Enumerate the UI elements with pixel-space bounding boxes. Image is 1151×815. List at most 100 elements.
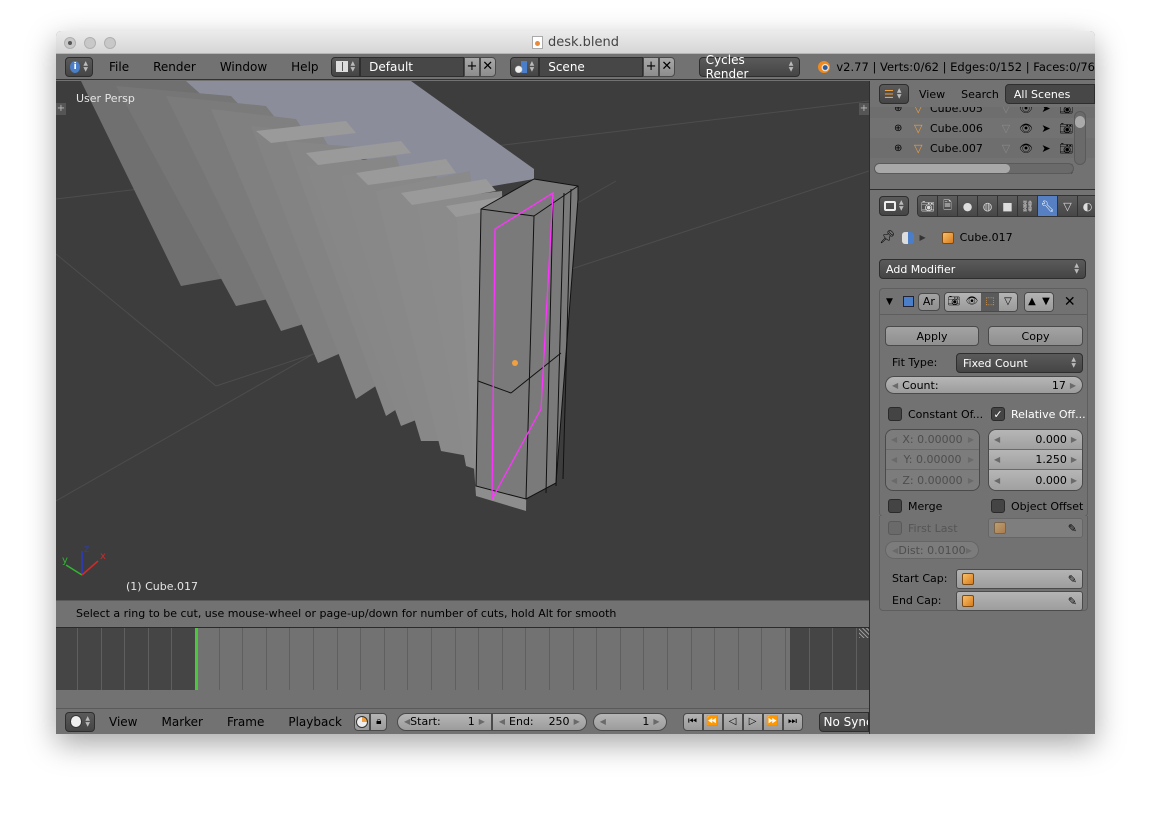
- tab-object[interactable]: ■: [998, 196, 1018, 216]
- relative-offset-y[interactable]: ◀ 1.250 ▶: [989, 450, 1082, 470]
- outliner-item[interactable]: ⊕ ▽ Cube.005 ▽ 👁︎ ➤ 📷︎: [870, 107, 1095, 118]
- minimize-window-button[interactable]: [84, 37, 96, 49]
- count-field[interactable]: ◀ Count: 17 ▶: [885, 376, 1083, 394]
- outliner-display-mode[interactable]: All Scenes: [1004, 84, 1095, 104]
- screen-layout-name[interactable]: Default: [360, 56, 465, 77]
- add-screen-button[interactable]: +: [464, 56, 480, 77]
- end-frame-field[interactable]: ◀ End: 250 ▶: [491, 712, 587, 731]
- remove-modifier-icon[interactable]: ✕: [1064, 294, 1076, 310]
- tab-data[interactable]: ▽: [1058, 196, 1078, 216]
- timeline-menu-marker[interactable]: Marker: [149, 715, 214, 729]
- play-reverse-button[interactable]: ◁: [722, 712, 743, 731]
- jump-keyframe-back-button[interactable]: ⏪: [702, 712, 723, 731]
- selectable-cursor-icon[interactable]: ➤: [1036, 118, 1056, 138]
- visibility-eye-icon[interactable]: 👁︎: [1016, 138, 1036, 158]
- tab-world[interactable]: ◍: [978, 196, 998, 216]
- jump-to-end-button[interactable]: ⏭: [782, 712, 803, 731]
- tab-modifiers[interactable]: 🔧︎: [1038, 196, 1058, 216]
- selectable-cursor-icon[interactable]: ➤: [1036, 138, 1056, 158]
- timeline-menu-playback[interactable]: Playback: [276, 715, 354, 729]
- properties-editor-selector[interactable]: ▲ ▼: [879, 196, 909, 216]
- expand-icon[interactable]: ⊕: [894, 123, 902, 134]
- relative-offset-z[interactable]: ◀ 0.000 ▶: [989, 470, 1082, 490]
- properties-shelf-toggle[interactable]: +: [859, 103, 869, 115]
- screen-layout-selector[interactable]: ▲ ▼: [330, 56, 361, 77]
- eyedropper-icon[interactable]: ✎: [1068, 522, 1077, 535]
- scene-name[interactable]: Scene: [539, 56, 644, 77]
- tab-render[interactable]: 📷︎: [918, 196, 938, 216]
- outliner-item-name[interactable]: Cube.005: [930, 107, 983, 115]
- add-modifier-dropdown[interactable]: Add Modifier ▲ ▼: [879, 259, 1086, 279]
- delete-screen-button[interactable]: ✕: [479, 56, 496, 77]
- start-frame-field[interactable]: ◀ Start: 1 ▶: [397, 712, 492, 731]
- outliner-item[interactable]: ⊕ ▽ Cube.007 ▽ 👁︎ ➤ 📷︎: [870, 138, 1095, 158]
- outliner-item[interactable]: ⊕ ▽ Cube.006 ▽ 👁︎ ➤ 📷︎: [870, 118, 1095, 138]
- 3d-viewport[interactable]: z y x User Persp + + (1) Cube.017: [56, 81, 869, 600]
- copy-button[interactable]: Copy: [988, 326, 1083, 346]
- tab-constraints[interactable]: ⛓: [1018, 196, 1038, 216]
- apply-button[interactable]: Apply: [885, 326, 979, 346]
- timeline-area[interactable]: -40 -20 0 20 40 60 80 100 120 140 160 180 200 220 240 2…: [56, 627, 869, 692]
- outliner-editor-selector[interactable]: ☰ ▲ ▼: [879, 84, 909, 104]
- move-up-button[interactable]: ▲: [1024, 292, 1039, 311]
- viewport-toggle[interactable]: 👁︎: [962, 292, 981, 311]
- zoom-window-button[interactable]: [104, 37, 116, 49]
- delete-scene-button[interactable]: ✕: [658, 56, 675, 77]
- preview-range-toggle[interactable]: [353, 712, 371, 731]
- relative-offset-x[interactable]: ◀ 0.000 ▶: [989, 430, 1082, 450]
- selectable-cursor-icon[interactable]: ➤: [1036, 107, 1056, 118]
- first-last-checkbox[interactable]: First Last: [888, 521, 958, 535]
- outliner-item-name[interactable]: Cube.006: [930, 122, 983, 135]
- visibility-eye-icon[interactable]: 👁︎: [1016, 107, 1036, 118]
- expand-icon[interactable]: ⊕: [894, 143, 902, 154]
- constant-offset-y[interactable]: ◀ Y: 0.00000 ▶: [886, 450, 979, 470]
- constant-offset-z[interactable]: ◀ Z: 0.00000 ▶: [886, 470, 979, 490]
- add-scene-button[interactable]: +: [643, 56, 659, 77]
- modifier-name-field[interactable]: Ar: [917, 292, 940, 311]
- sync-mode-selector[interactable]: No Sync: [818, 711, 869, 732]
- timeline-editor-selector[interactable]: ▲ ▼: [65, 711, 95, 732]
- tab-scene[interactable]: ●: [958, 196, 978, 216]
- current-frame-field[interactable]: ◀ 1 ▶: [592, 712, 667, 731]
- fit-type-dropdown[interactable]: Fixed Count ▲ ▼: [956, 353, 1083, 373]
- outliner-menu-search[interactable]: Search: [955, 88, 1005, 101]
- jump-keyframe-forward-button[interactable]: ⏩: [762, 712, 783, 731]
- render-camera-icon[interactable]: 📷︎: [1056, 118, 1076, 138]
- current-frame-marker[interactable]: [195, 628, 198, 690]
- outliner-menu-view[interactable]: View: [909, 88, 955, 101]
- constant-offset-x[interactable]: ◀ X: 0.00000 ▶: [886, 430, 979, 450]
- merge-checkbox[interactable]: Merge: [888, 499, 942, 513]
- tool-shelf-toggle[interactable]: +: [56, 103, 66, 115]
- editor-type-selector[interactable]: i ▲ ▼: [65, 56, 93, 77]
- play-button[interactable]: ▷: [742, 712, 763, 731]
- render-engine-selector[interactable]: Cycles Render ▲ ▼: [698, 53, 801, 81]
- render-toggle[interactable]: 📷︎: [944, 292, 963, 311]
- menu-file[interactable]: File: [97, 60, 141, 74]
- close-window-button[interactable]: [64, 37, 76, 49]
- timeline-menu-view[interactable]: View: [97, 715, 149, 729]
- expand-icon[interactable]: ⊕: [894, 107, 902, 114]
- outliner-vscrollbar[interactable]: [1074, 111, 1086, 165]
- merge-distance-field[interactable]: ◀ Dist: 0.0100 ▶: [885, 541, 979, 559]
- pin-icon[interactable]: 📌︎: [879, 230, 896, 245]
- outliner-item-name[interactable]: Cube.007: [930, 142, 983, 155]
- tab-material[interactable]: ◐: [1078, 196, 1095, 216]
- scene-selector[interactable]: ▲ ▼: [509, 56, 540, 77]
- eyedropper-icon[interactable]: ✎: [1068, 573, 1077, 586]
- eyedropper-icon[interactable]: ✎: [1068, 595, 1077, 608]
- menu-help[interactable]: Help: [279, 60, 330, 74]
- collapse-triangle-icon[interactable]: ▼: [886, 297, 893, 307]
- on-cage-toggle[interactable]: ▽: [998, 292, 1017, 311]
- menu-render[interactable]: Render: [141, 60, 208, 74]
- relative-offset-checkbox[interactable]: ✓ Relative Off...: [991, 407, 1086, 421]
- render-camera-icon[interactable]: 📷︎: [1056, 138, 1076, 158]
- tab-render-layers[interactable]: 🗎: [938, 196, 958, 216]
- visibility-eye-icon[interactable]: 👁︎: [1016, 118, 1036, 138]
- jump-to-start-button[interactable]: ⏮: [682, 712, 703, 731]
- move-down-button[interactable]: ▼: [1038, 292, 1053, 311]
- outliner-hscrollbar[interactable]: [874, 163, 1074, 174]
- lock-range-toggle[interactable]: 🔒︎: [370, 712, 387, 731]
- menu-window[interactable]: Window: [208, 60, 279, 74]
- offset-object-field[interactable]: ✎: [988, 518, 1083, 538]
- object-offset-checkbox[interactable]: Object Offset: [991, 499, 1083, 513]
